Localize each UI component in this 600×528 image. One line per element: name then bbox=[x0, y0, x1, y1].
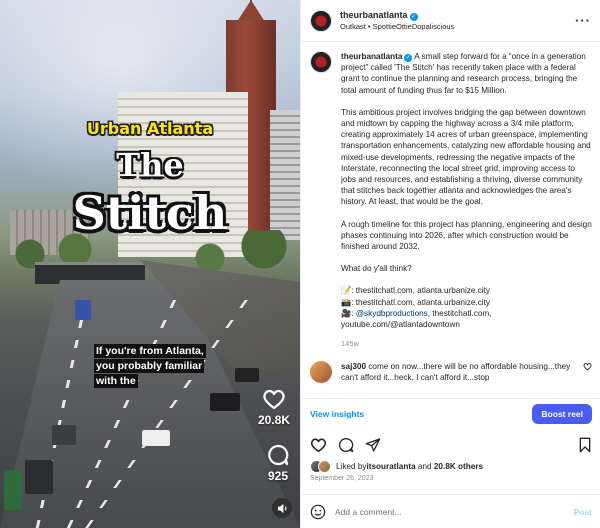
boost-reel-button[interactable]: Boost reel bbox=[532, 403, 592, 424]
send-icon bbox=[365, 438, 381, 452]
reel-video[interactable]: Urban Atlanta The Stitch If you're from … bbox=[0, 0, 300, 528]
caption-body: theurbanatlanta ✓ A small step forward fo… bbox=[341, 51, 592, 349]
verified-badge-icon: ✓ bbox=[404, 54, 413, 62]
likes-user[interactable]: itsouratlanta bbox=[367, 462, 416, 471]
car bbox=[210, 393, 240, 411]
avatar[interactable] bbox=[310, 51, 332, 73]
car bbox=[75, 300, 91, 320]
post-date: September 26, 2023 bbox=[310, 475, 374, 482]
comment-username[interactable]: saj300 bbox=[341, 362, 366, 371]
caption-source-3: , thestitchatl.com, bbox=[427, 308, 492, 318]
avatar[interactable] bbox=[310, 9, 332, 32]
header-username[interactable]: theurbanatlanta bbox=[340, 10, 408, 20]
post-details-panel: theurbanatlanta ✓ Outkast • SpottieOttieD… bbox=[300, 0, 600, 528]
video-caption-text: If you're from Atlanta, you probably fam… bbox=[94, 344, 206, 388]
post-viewer: Urban Atlanta The Stitch If you're from … bbox=[0, 0, 600, 528]
caption-age: 145w bbox=[341, 339, 359, 349]
video-comment-count: 925 bbox=[267, 469, 289, 483]
more-options-icon[interactable]: ··· bbox=[575, 13, 591, 28]
liked-by-summary[interactable]: Liked by itsouratlanta and 20.8K others bbox=[310, 460, 592, 473]
caption-source-1: 📝: thestitchatl.com, atlanta.urbanize.ci… bbox=[341, 286, 490, 296]
comment-icon bbox=[268, 444, 289, 466]
car bbox=[25, 460, 53, 494]
caption-mention-link[interactable]: @skydbproductions bbox=[356, 309, 428, 318]
view-insights-link[interactable]: View insights bbox=[310, 409, 364, 419]
caption-paragraph-3: A rough timeline for this project has pl… bbox=[341, 219, 592, 252]
speaker-icon bbox=[277, 503, 286, 513]
share-button[interactable] bbox=[365, 437, 381, 453]
comment-item: saj300 come on now...there will be no af… bbox=[310, 361, 592, 384]
comment-icon bbox=[338, 437, 354, 452]
verified-badge-icon: ✓ bbox=[409, 12, 418, 21]
comment-button[interactable] bbox=[338, 437, 354, 453]
likes-prefix: Liked by bbox=[336, 462, 367, 471]
heart-icon bbox=[263, 389, 285, 410]
camera-icon: 🎥: bbox=[341, 308, 356, 318]
post-comment-button[interactable]: Post bbox=[574, 507, 592, 517]
avatar[interactable] bbox=[310, 361, 332, 384]
caption-source-4: youtube.com/@atlantadowntown bbox=[341, 320, 460, 330]
video-caption: If you're from Atlanta, you probably fam… bbox=[94, 344, 214, 389]
comment-body: saj300 come on now...there will be no af… bbox=[341, 361, 579, 383]
comments-scroll-area[interactable]: theurbanatlanta ✓ A small step forward fo… bbox=[301, 43, 600, 398]
liker-avatar bbox=[318, 460, 331, 473]
caption-source-2: 📸: thestitchatl.com, atlanta.urbanize.ci… bbox=[341, 297, 490, 307]
insights-bar: View insights Boost reel bbox=[301, 398, 600, 428]
post-action-bar bbox=[301, 432, 600, 458]
video-comment-action[interactable]: 925 bbox=[266, 444, 290, 483]
overlay-title-stitch: Stitch bbox=[72, 186, 228, 240]
caption-username[interactable]: theurbanatlanta bbox=[341, 52, 402, 61]
overlay-title-the: The bbox=[116, 146, 184, 184]
car bbox=[4, 470, 22, 510]
like-button[interactable] bbox=[310, 437, 327, 453]
likes-count[interactable]: 20.8K others bbox=[434, 462, 483, 471]
car bbox=[142, 430, 170, 446]
video-like-action[interactable]: 20.8K bbox=[258, 388, 290, 427]
post-header: theurbanatlanta ✓ Outkast • SpottieOttieD… bbox=[301, 0, 600, 42]
add-comment-input[interactable] bbox=[335, 506, 574, 517]
save-button[interactable] bbox=[578, 437, 592, 453]
caption-paragraph-2: This ambitious project involves bridging… bbox=[341, 107, 591, 207]
comment-text: come on now...there will be no affordabl… bbox=[341, 362, 571, 383]
overlay-title-urban-atlanta: Urban Atlanta bbox=[86, 119, 214, 138]
post-caption: theurbanatlanta ✓ A small step forward fo… bbox=[310, 51, 592, 349]
header-text: theurbanatlanta ✓ Outkast • SpottieOttieD… bbox=[340, 9, 575, 33]
audio-attribution[interactable]: Outkast • SpottieOttieDopaliscious bbox=[340, 21, 575, 33]
car bbox=[52, 425, 76, 445]
add-comment-bar: Post bbox=[301, 494, 600, 528]
emoji-icon[interactable] bbox=[310, 504, 326, 520]
heart-icon bbox=[310, 438, 327, 453]
caption-paragraph-4: What do y'all think? bbox=[341, 264, 412, 274]
comment-like-heart-icon[interactable] bbox=[583, 362, 592, 371]
likes-middle: and bbox=[415, 462, 434, 471]
bookmark-icon bbox=[579, 437, 591, 453]
mute-button[interactable] bbox=[272, 498, 292, 518]
video-like-count: 20.8K bbox=[257, 413, 290, 427]
car bbox=[235, 368, 259, 382]
